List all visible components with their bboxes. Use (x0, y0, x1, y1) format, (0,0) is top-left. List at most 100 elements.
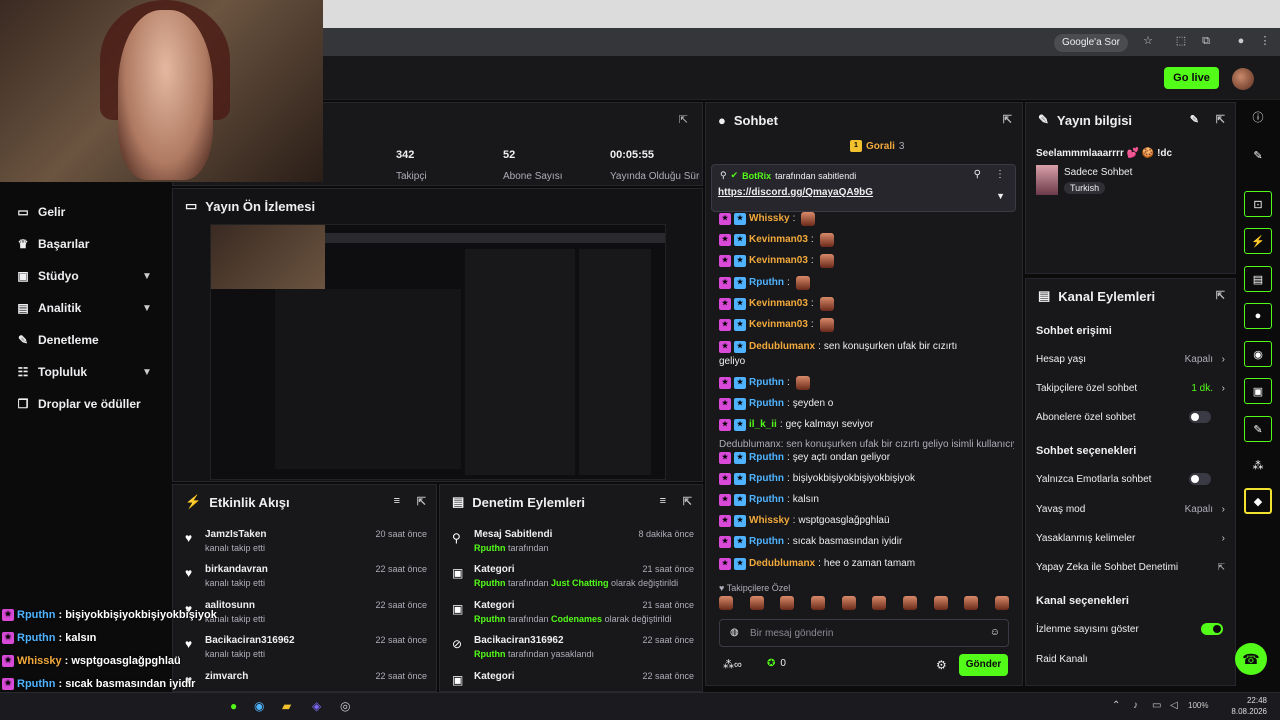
wrench-icon[interactable]: ✎ (1244, 416, 1272, 442)
emote[interactable] (964, 596, 979, 610)
chat-username[interactable]: Dedublumanx (749, 340, 815, 354)
google-ask-button[interactable]: Google'a Sor (1053, 34, 1128, 52)
chat-username[interactable]: Rputhn (749, 397, 784, 411)
filter-icon[interactable]: ≡ (394, 495, 400, 507)
popout-icon[interactable]: ⇱ (1003, 113, 1012, 126)
setting-show-viewers[interactable]: İzlenme sayısını göster (1036, 619, 1225, 639)
emote[interactable] (902, 596, 917, 610)
chat-username[interactable]: Whissky (749, 514, 790, 528)
setting-follower-chat[interactable]: Takipçilere özel sohbet 1 dk. › (1036, 378, 1225, 398)
app-icon[interactable]: ● (230, 699, 237, 713)
pencil-icon[interactable]: ✎ (1244, 142, 1272, 168)
mod-detail: Rputhn tarafından yasaklandı (474, 649, 594, 659)
setting-label: Yasaklanmış kelimeler (1036, 532, 1136, 544)
sidebar-item-basarilar[interactable]: ♛ Başarılar (16, 234, 90, 254)
setting-slow-mode[interactable]: Yavaş mod Kapalı › (1036, 499, 1225, 519)
toggle-switch[interactable] (1201, 623, 1223, 635)
star-pin-icon[interactable]: ◆ (1244, 488, 1272, 514)
setting-ai-moderation[interactable]: Yapay Zeka ile Sohbet Denetimi ⇱ (1036, 557, 1225, 577)
chat-username[interactable]: Kevinman03 (749, 233, 808, 247)
chat-username[interactable]: Dedublumanx (749, 557, 815, 571)
sidebar-item-studyo[interactable]: ▣ Stüdyo ▼ (16, 266, 152, 286)
more-icon[interactable]: ⋮ (995, 169, 1005, 180)
sidebar-item-gelir[interactable]: ▭ Gelir (16, 202, 65, 222)
setting-banned-words[interactable]: Yasaklanmış kelimeler › (1036, 528, 1225, 548)
setting-raid[interactable]: Raid Kanalı (1036, 649, 1225, 669)
settings-icon[interactable]: ⚙ (936, 658, 947, 672)
emoji-icon[interactable]: ☺ (990, 627, 1000, 638)
emote[interactable] (872, 596, 887, 610)
support-button[interactable]: ☎ (1235, 643, 1267, 675)
emote[interactable] (780, 596, 795, 610)
chat-username[interactable]: Kevinman03 (749, 254, 808, 268)
toggle-switch[interactable] (1189, 411, 1211, 423)
chevron-down-icon[interactable]: ▼ (996, 191, 1005, 201)
emote[interactable] (994, 596, 1009, 610)
popout-icon[interactable]: ⇱ (417, 495, 426, 508)
filter-icon[interactable]: ≡ (660, 495, 666, 507)
emote[interactable] (749, 596, 764, 610)
unpin-icon[interactable]: ⚲ (974, 169, 981, 180)
popout-icon[interactable]: ⇱ (1216, 113, 1225, 126)
chat-username[interactable]: il_k_ii (749, 418, 777, 432)
sidebar-item-analitik[interactable]: ▤ Analitik ▼ (16, 298, 152, 318)
toggle-switch[interactable] (1189, 473, 1211, 485)
obs-icon[interactable]: ◎ (340, 699, 350, 713)
chat-username[interactable]: Whissky (749, 212, 790, 226)
popout-icon[interactable]: ⇱ (683, 495, 692, 508)
send-button[interactable]: Gönder (959, 654, 1008, 676)
stat-subscribers: 52 Abone Sayısı (503, 103, 603, 183)
sidebar-item-droplar[interactable]: ❒ Droplar ve ödüller (16, 394, 141, 414)
camera-icon[interactable]: ⊡ (1244, 191, 1272, 217)
popout-icon[interactable]: ⇱ (1216, 289, 1225, 302)
emote[interactable] (719, 596, 733, 610)
folder-icon[interactable]: ▰ (282, 699, 291, 713)
google-ask-label: Google'a Sor (1061, 37, 1120, 48)
star-icon[interactable]: ☆ (1141, 34, 1155, 48)
emote[interactable] (810, 596, 825, 610)
chat-input[interactable]: ◍ Bir mesaj gönderin ☺ (719, 619, 1009, 647)
chat-username[interactable]: Rputhn (749, 535, 784, 549)
menu-dots-icon[interactable]: ⋮ (1258, 34, 1272, 48)
mod-user: Rputhn (474, 578, 506, 588)
info-icon[interactable]: ⓘ (1244, 104, 1272, 130)
chat-username[interactable]: Rputhn (749, 276, 784, 290)
puzzle-icon[interactable]: ⧉ (1199, 34, 1213, 48)
community-icon[interactable]: ⁂ (1244, 452, 1272, 478)
chat-icon[interactable]: ● (1244, 303, 1272, 329)
setting-sub-chat[interactable]: Abonelere özel sohbet (1036, 407, 1225, 427)
mod-category: Codenames (551, 614, 603, 624)
layout-icon[interactable]: ▣ (1244, 378, 1272, 404)
setting-account-age[interactable]: Hesap yaşı Kapalı › (1036, 349, 1225, 369)
pinned-link[interactable]: https://discord.gg/QmayaQA9bG (718, 187, 873, 198)
chat-username[interactable]: Rputhn (749, 451, 784, 465)
mic-icon[interactable]: ♪ (1133, 700, 1138, 711)
go-live-button[interactable]: Go live (1164, 67, 1219, 89)
speaker-icon[interactable]: ◁ (1170, 700, 1178, 711)
clock-date: 8.08.2026 (1231, 707, 1267, 716)
user-avatar[interactable] (1232, 68, 1254, 90)
broadcast-icon[interactable]: ◉ (1244, 341, 1272, 367)
chat-username[interactable]: Rputhn (749, 493, 784, 507)
profile-icon[interactable]: ● (1234, 34, 1248, 48)
tray-up-icon[interactable]: ⌃ (1112, 700, 1120, 711)
stream-preview-video[interactable] (210, 224, 666, 480)
pinned-message[interactable]: ⚲ ✔ BotRix tarafından sabitlendi ⚲ ⋮ htt… (711, 164, 1016, 212)
setting-emote-only[interactable]: Yalnızca Emotlarla sohbet (1036, 469, 1225, 489)
edit-icon[interactable]: ✎ (1190, 113, 1199, 126)
chat-username[interactable]: Rputhn (749, 376, 784, 390)
extension-icon[interactable]: ⬚ (1174, 34, 1188, 48)
sidebar-item-denetleme[interactable]: ✎ Denetleme (16, 330, 99, 350)
chat-username[interactable]: Kevinman03 (749, 318, 808, 332)
emote[interactable] (933, 596, 948, 610)
infinity-icon[interactable]: ⁂∞ (723, 658, 742, 671)
discord-icon[interactable]: ◈ (312, 699, 321, 713)
bolt-icon[interactable]: ⚡ (1244, 228, 1272, 254)
document-icon[interactable]: ▤ (1244, 266, 1272, 292)
chrome-icon[interactable]: ◉ (254, 699, 264, 713)
emote[interactable] (841, 596, 856, 610)
chat-username[interactable]: Rputhn (749, 472, 784, 486)
chat-username[interactable]: Kevinman03 (749, 297, 808, 311)
network-icon[interactable]: ▭ (1152, 700, 1161, 711)
sidebar-item-topluluk[interactable]: ☷ Topluluk ▼ (16, 362, 152, 382)
